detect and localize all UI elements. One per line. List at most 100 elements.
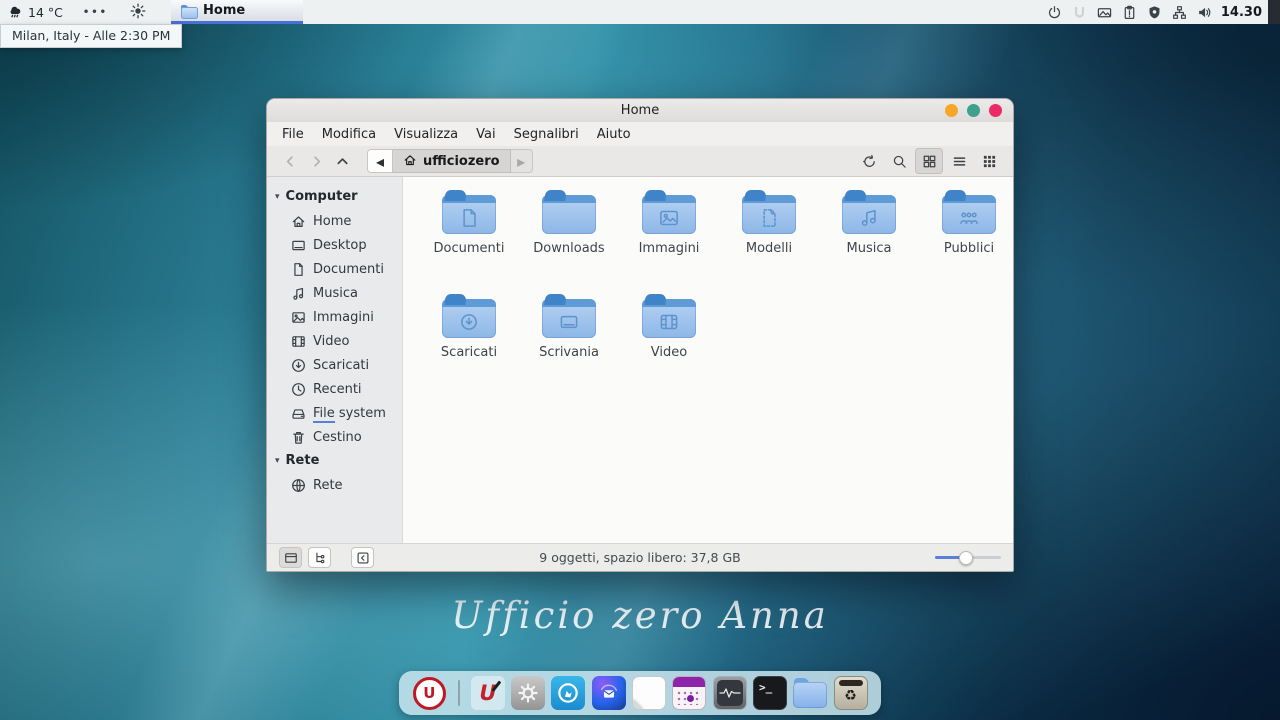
ufficiozero-logo-icon[interactable]	[1072, 5, 1087, 20]
zoom-slider-handle[interactable]	[959, 551, 973, 565]
trash-icon	[291, 430, 306, 445]
minimize-button[interactable]	[945, 104, 958, 117]
file-area[interactable]: DocumentiDownloads Immagini Modelli Musica P…	[403, 177, 1014, 543]
sidebar-section-rete[interactable]: ▾Rete	[267, 449, 402, 473]
hide-panel-button[interactable]	[351, 547, 374, 568]
file-item-video[interactable]: Video	[621, 294, 717, 360]
up-button[interactable]	[329, 149, 355, 173]
sidebar-item-video[interactable]: Video	[267, 329, 402, 353]
breadcrumb-scroll-left-button[interactable]: ◂	[367, 149, 393, 173]
sidebar-item-immagini[interactable]: Immagini	[267, 305, 402, 329]
image-icon	[291, 310, 306, 325]
dock-item-trash[interactable]: ♻	[833, 675, 869, 711]
dock-item-terminal[interactable]: >_	[752, 675, 788, 711]
sidebar-section-computer[interactable]: ▾Computer	[267, 185, 402, 209]
breadcrumb-scroll-right-button[interactable]: ▸	[511, 149, 533, 173]
clipboard-icon[interactable]	[1122, 5, 1137, 20]
zoom-slider[interactable]	[935, 551, 1001, 565]
menu-aiuto[interactable]: Aiuto	[588, 122, 640, 146]
dock-item-calendar[interactable]	[671, 675, 707, 711]
chevron-down-icon: ▾	[275, 192, 280, 202]
dock-item-text-editor[interactable]	[631, 675, 667, 711]
sidebar-item-musica[interactable]: Musica	[267, 281, 402, 305]
sidebar-item-desktop[interactable]: Desktop	[267, 233, 402, 257]
weather-tooltip: Milan, Italy - Alle 2:30 PM	[0, 24, 182, 48]
network-nodes-icon[interactable]	[1172, 5, 1187, 20]
close-button[interactable]	[989, 104, 1002, 117]
places-panel-button[interactable]	[279, 547, 302, 568]
filmstrip-glyph-icon	[642, 305, 696, 338]
file-item-scrivania[interactable]: Scrivania	[521, 294, 617, 360]
sidebar-item-home[interactable]: Home	[267, 209, 402, 233]
top-panel: 14 °C ••• Home 14.30	[0, 0, 1280, 24]
back-button[interactable]	[277, 149, 303, 173]
calendar-icon	[672, 676, 706, 710]
dock-item-settings[interactable]	[510, 675, 546, 711]
panel-menu-dots-button[interactable]: •••	[72, 0, 119, 24]
sidebar-item-recenti[interactable]: Recenti	[267, 377, 402, 401]
folder-icon	[842, 190, 896, 234]
search-icon	[892, 154, 907, 169]
screenshot-icon[interactable]	[1097, 5, 1112, 20]
desktop: Ufficio zero Anna 14 °C ••• Home 14.30 M…	[0, 0, 1280, 720]
file-item-documenti[interactable]: Documenti	[421, 190, 517, 256]
file-item-musica[interactable]: Musica	[821, 190, 917, 256]
dock-separator-slot	[452, 675, 466, 711]
chevron-down-icon: ▾	[275, 456, 280, 466]
folder-icon	[542, 190, 596, 234]
list-view-button[interactable]	[945, 148, 973, 174]
sidebar-item-documenti[interactable]: Documenti	[267, 257, 402, 281]
file-item-downloads[interactable]: Downloads	[521, 190, 617, 256]
text-editor-icon	[632, 676, 666, 710]
view-buttons	[853, 148, 1003, 174]
dock-item-uz-writer[interactable]: U	[470, 675, 506, 711]
menu-visualizza[interactable]: Visualizza	[385, 122, 467, 146]
list-view-icon	[952, 154, 967, 169]
file-label: Immagini	[621, 241, 717, 256]
dock: UU >_ ♻	[399, 671, 881, 715]
menu-segnalibri[interactable]: Segnalibri	[505, 122, 588, 146]
file-label: Pubblici	[921, 241, 1014, 256]
sidebar: ▾ComputerHomeDesktopDocumentiMusicaImmag…	[267, 177, 403, 543]
security-shield-icon[interactable]	[1147, 5, 1162, 20]
panel-clock[interactable]: 14.30	[1221, 5, 1268, 20]
sidebar-item-file-system[interactable]: File system	[267, 401, 402, 425]
menu-file[interactable]: File	[273, 122, 313, 146]
taskbar-item-home[interactable]: Home	[171, 0, 303, 24]
sidebar-item-scaricati[interactable]: Scaricati	[267, 353, 402, 377]
sidebar-item-cestino[interactable]: Cestino	[267, 425, 402, 449]
dock-item-system-monitor[interactable]	[712, 675, 748, 711]
file-label: Musica	[821, 241, 917, 256]
compact-view-button[interactable]	[975, 148, 1003, 174]
sidebar-item-rete[interactable]: Rete	[267, 473, 402, 497]
menu-modifica[interactable]: Modifica	[313, 122, 385, 146]
forward-button[interactable]	[303, 149, 329, 173]
dock-item-librewolf[interactable]	[550, 675, 586, 711]
volume-icon[interactable]	[1197, 5, 1212, 20]
music-glyph-icon	[842, 201, 896, 234]
power-icon[interactable]	[1047, 5, 1062, 20]
menubar: FileModificaVisualizzaVaiSegnalibriAiuto	[267, 122, 1013, 146]
search-button[interactable]	[885, 148, 913, 174]
panel-corner-button[interactable]	[1268, 0, 1280, 24]
window-title: Home	[621, 103, 659, 118]
file-item-scaricati[interactable]: Scaricati	[421, 294, 517, 360]
grid-view-button[interactable]	[915, 148, 943, 174]
weather-widget[interactable]: 14 °C	[0, 0, 72, 24]
dock-item-ufficiozero-menu[interactable]: U	[411, 675, 447, 711]
breadcrumb-current[interactable]: ufficiozero	[393, 149, 511, 173]
file-item-modelli[interactable]: Modelli	[721, 190, 817, 256]
template-glyph-icon	[742, 201, 796, 234]
dock-item-thunderbird[interactable]	[591, 675, 627, 711]
dock-item-file-manager[interactable]	[792, 675, 828, 711]
document-glyph-icon	[442, 201, 496, 234]
tree-panel-button[interactable]	[308, 547, 331, 568]
brightness-button[interactable]	[119, 0, 157, 24]
folder-icon	[942, 190, 996, 234]
window-titlebar[interactable]: Home	[267, 99, 1013, 122]
menu-vai[interactable]: Vai	[467, 122, 504, 146]
refresh-button[interactable]	[855, 148, 883, 174]
maximize-button[interactable]	[967, 104, 980, 117]
file-item-immagini[interactable]: Immagini	[621, 190, 717, 256]
file-item-pubblici[interactable]: Pubblici	[921, 190, 1014, 256]
